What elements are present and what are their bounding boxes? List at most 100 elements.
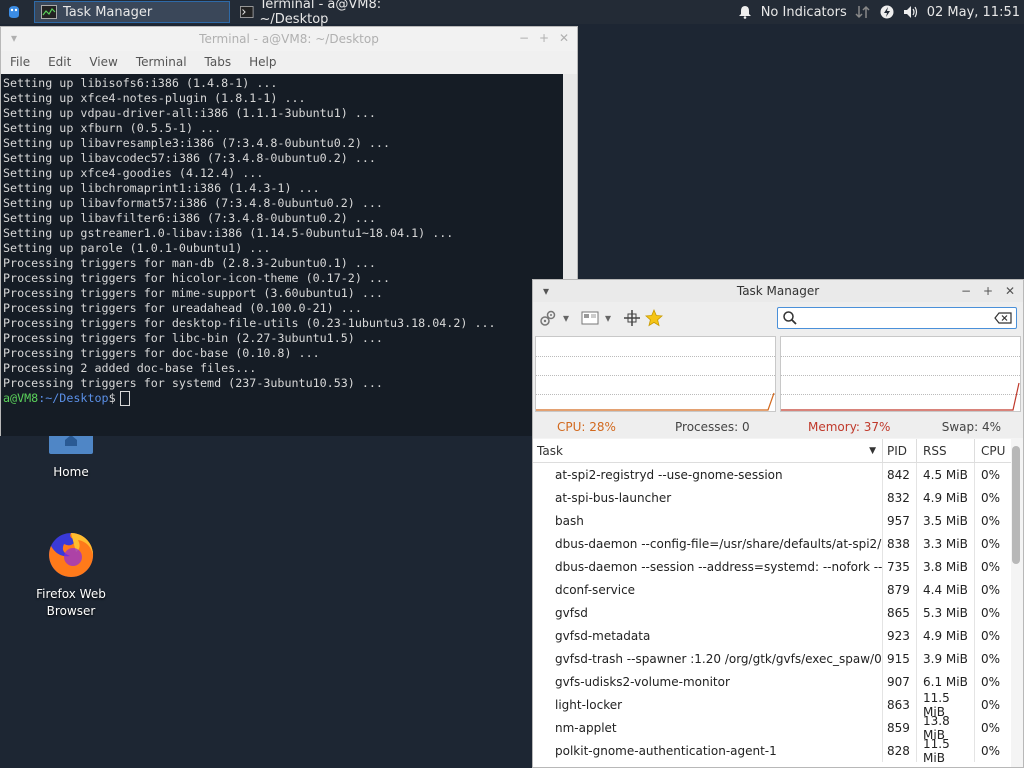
clock[interactable]: 02 May, 11:51 bbox=[927, 5, 1020, 20]
window-menu-icon[interactable]: ▾ bbox=[539, 284, 553, 298]
table-row[interactable]: dbus-daemon --config-file=/usr/share/def… bbox=[533, 532, 1011, 555]
taskbar-item-task-manager[interactable]: Task Manager bbox=[34, 1, 230, 23]
cell-pid: 859 bbox=[883, 716, 917, 739]
swap-usage-label: Swap: 4% bbox=[941, 420, 1001, 434]
column-header-label: RSS bbox=[923, 443, 947, 458]
terminal-line: Setting up gstreamer1.0-libav:i386 (1.14… bbox=[3, 226, 454, 240]
cell-task: at-spi2-registryd --use-gnome-session bbox=[533, 463, 883, 486]
memory-graph bbox=[780, 336, 1021, 412]
table-row[interactable]: gvfsd-metadata 923 4.9 MiB 0% bbox=[533, 624, 1011, 647]
prompt-path: :~/Desktop bbox=[38, 391, 109, 405]
window-title: Task Manager bbox=[736, 284, 820, 298]
table-row[interactable]: gvfsd 865 5.3 MiB 0% bbox=[533, 601, 1011, 624]
memory-usage-label: Memory: 37% bbox=[808, 420, 891, 434]
star-icon[interactable] bbox=[643, 307, 665, 329]
cell-rss: 4.4 MiB bbox=[917, 578, 975, 601]
process-table: Task ▼ PID RSS CPU at-spi2-registryd --us… bbox=[533, 439, 1011, 767]
table-row[interactable]: dbus-daemon --session --address=systemd:… bbox=[533, 555, 1011, 578]
crosshair-icon[interactable] bbox=[621, 307, 643, 329]
settings-gears-icon[interactable] bbox=[537, 307, 559, 329]
system-tray: No Indicators 02 May, 11:51 bbox=[737, 4, 1024, 20]
taskbar-item-label: Task Manager bbox=[63, 4, 153, 20]
cell-pid: 907 bbox=[883, 670, 917, 693]
terminal-line: Processing 2 added doc-base files... bbox=[3, 361, 257, 375]
minimize-icon[interactable]: − bbox=[517, 31, 531, 45]
terminal-line: Processing triggers for man-db (2.8.3-2u… bbox=[3, 256, 376, 270]
cell-rss: 5.3 MiB bbox=[917, 601, 975, 624]
cell-rss: 3.8 MiB bbox=[917, 555, 975, 578]
menu-edit[interactable]: Edit bbox=[39, 55, 80, 69]
chevron-down-icon[interactable]: ▾ bbox=[559, 307, 573, 329]
table-row[interactable]: bash 957 3.5 MiB 0% bbox=[533, 509, 1011, 532]
menu-help[interactable]: Help bbox=[240, 55, 285, 69]
view-columns-icon[interactable] bbox=[579, 307, 601, 329]
indicators-label[interactable]: No Indicators bbox=[761, 5, 847, 20]
terminal-line: Setting up libchromaprint1:i386 (1.4.3-1… bbox=[3, 181, 320, 195]
terminal-output[interactable]: Setting up libisofs6:i386 (1.4.8-1) ... … bbox=[1, 74, 563, 436]
scrollbar-thumb[interactable] bbox=[1012, 446, 1020, 564]
network-arrows-icon[interactable] bbox=[855, 4, 871, 20]
cell-task: polkit-gnome-authentication-agent-1 bbox=[533, 739, 883, 762]
table-row[interactable]: at-spi-bus-launcher 832 4.9 MiB 0% bbox=[533, 486, 1011, 509]
top-panel: Task Manager Terminal - a@VM8: ~/Desktop… bbox=[0, 0, 1024, 27]
terminal-prompt[interactable]: a@VM8:~/Desktop$ bbox=[1, 391, 563, 406]
table-row[interactable]: at-spi2-registryd --use-gnome-session 842… bbox=[533, 463, 1011, 486]
cell-rss: 4.9 MiB bbox=[917, 486, 975, 509]
cell-task: nm-applet bbox=[533, 716, 883, 739]
table-row[interactable]: polkit-gnome-authentication-agent-1 828 11… bbox=[533, 737, 1011, 765]
cell-cpu: 0% bbox=[981, 467, 1001, 482]
terminal-line: Processing triggers for doc-base (0.10.8… bbox=[3, 346, 320, 360]
cell-task: gvfs-udisks2-volume-monitor bbox=[533, 670, 883, 693]
cell-pid: 923 bbox=[883, 624, 917, 647]
volume-icon[interactable] bbox=[903, 4, 919, 20]
column-header-rss[interactable]: RSS bbox=[917, 439, 975, 462]
desktop-icon-firefox[interactable]: Firefox Web Browser bbox=[26, 530, 116, 620]
terminal-line: Setting up parole (1.0.1-0ubuntu1) ... bbox=[3, 241, 271, 255]
menu-view[interactable]: View bbox=[80, 55, 126, 69]
column-header-task[interactable]: Task ▼ bbox=[533, 439, 883, 462]
desktop-icon-label: Home bbox=[53, 465, 89, 479]
whisker-menu-button[interactable] bbox=[0, 0, 28, 24]
table-row[interactable]: gvfsd-trash --spawner :1.20 /org/gtk/gvf… bbox=[533, 647, 1011, 670]
window-menu-icon[interactable]: ▾ bbox=[7, 31, 21, 45]
cell-task: dconf-service bbox=[533, 578, 883, 601]
cell-rss: 4.5 MiB bbox=[917, 463, 975, 486]
cell-cpu: 0% bbox=[981, 559, 1001, 574]
minimize-icon[interactable]: − bbox=[959, 284, 973, 298]
cell-task: dbus-daemon --session --address=systemd:… bbox=[533, 555, 883, 578]
menu-terminal[interactable]: Terminal bbox=[127, 55, 196, 69]
power-icon[interactable] bbox=[879, 4, 895, 20]
menu-file[interactable]: File bbox=[1, 55, 39, 69]
menu-tabs[interactable]: Tabs bbox=[196, 55, 241, 69]
table-row[interactable]: dconf-service 879 4.4 MiB 0% bbox=[533, 578, 1011, 601]
cell-rss: 3.9 MiB bbox=[917, 647, 975, 670]
close-icon[interactable]: ✕ bbox=[1003, 284, 1017, 298]
cell-pid: 838 bbox=[883, 532, 917, 555]
desktop-icon-label-line2: Browser bbox=[46, 604, 96, 618]
cell-task: dbus-daemon --config-file=/usr/share/def… bbox=[533, 532, 883, 555]
clear-search-icon[interactable] bbox=[994, 312, 1012, 324]
taskbar-item-terminal[interactable]: Terminal - a@VM8: ~/Desktop bbox=[234, 0, 430, 27]
notification-bell-icon[interactable] bbox=[737, 4, 753, 20]
cell-pid: 842 bbox=[883, 463, 917, 486]
search-icon bbox=[783, 311, 797, 325]
process-table-scrollbar[interactable] bbox=[1011, 442, 1021, 767]
chevron-down-icon[interactable]: ▾ bbox=[601, 307, 615, 329]
terminal-line: Setting up libavformat57:i386 (7:3.4.8-0… bbox=[3, 196, 383, 210]
close-icon[interactable]: ✕ bbox=[557, 31, 571, 45]
maximize-icon[interactable]: + bbox=[537, 31, 551, 45]
terminal-titlebar[interactable]: ▾ Terminal - a@VM8: ~/Desktop − + ✕ bbox=[1, 27, 577, 51]
desktop-icon-label-line1: Firefox Web bbox=[36, 587, 106, 601]
column-header-pid[interactable]: PID bbox=[883, 439, 917, 462]
terminal-line: Setting up xfce4-goodies (4.12.4) ... bbox=[3, 166, 264, 180]
cell-task: gvfsd-metadata bbox=[533, 624, 883, 647]
desktop-icon-home[interactable]: Home bbox=[26, 430, 116, 481]
search-input[interactable] bbox=[798, 309, 994, 327]
search-field[interactable] bbox=[777, 307, 1017, 329]
task-manager-titlebar[interactable]: ▾ Task Manager − + ✕ bbox=[533, 280, 1023, 302]
column-header-label: Task bbox=[537, 443, 563, 458]
column-header-cpu[interactable]: CPU bbox=[975, 439, 1009, 462]
maximize-icon[interactable]: + bbox=[981, 284, 995, 298]
terminal-line: Processing triggers for mime-support (3.… bbox=[3, 286, 383, 300]
xfce-mouse-icon bbox=[9, 6, 19, 18]
